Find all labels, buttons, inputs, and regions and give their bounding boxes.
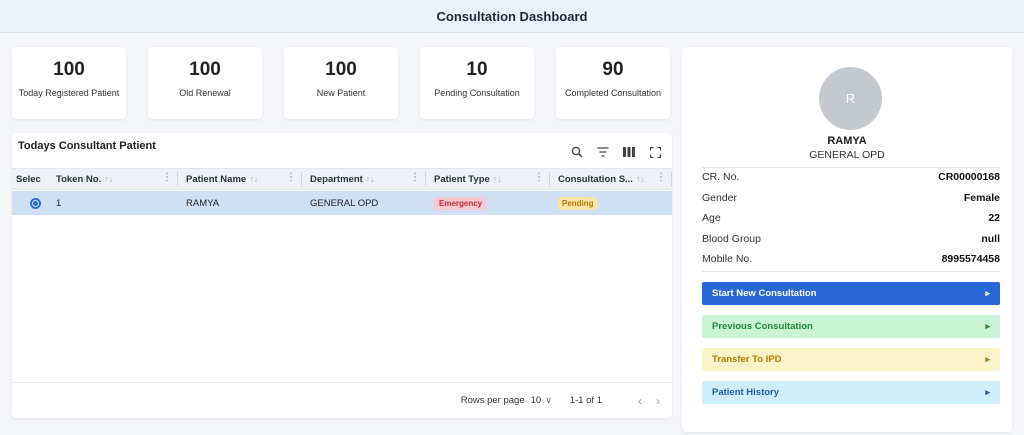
info-value: 8995574458 [941,253,1000,265]
stat-completed-consultation: 90 Completed Consultation [556,47,670,119]
sort-icon[interactable]: ↑↓ [366,174,375,184]
column-menu-icon[interactable]: ⋮ [534,172,544,183]
avatar: R [819,67,882,130]
status-badge: Pending [558,196,598,210]
previous-page-icon[interactable]: ‹ [638,394,642,408]
info-label: Blood Group [702,233,761,245]
column-header-consultation-status[interactable]: Consultation S... ↑↓ ⋮ [550,168,672,190]
select-cell[interactable] [12,197,52,209]
stat-value: 100 [325,59,357,80]
info-value: null [981,233,1000,245]
sort-icon[interactable]: ↑↓ [249,174,258,184]
stat-label: Old Renewal [179,88,231,98]
column-header-patient-name[interactable]: Patient Name ↑↓ ⋮ [178,168,302,190]
info-row-cr-no: CR. No. CR00000168 [702,171,1000,185]
column-header-department[interactable]: Department ↑↓ ⋮ [302,168,426,190]
emergency-badge: Emergency [434,196,488,210]
patient-table-card: Todays Consultant Patient Selec Token No… [12,133,672,418]
stat-label: Completed Consultation [564,88,662,98]
department-cell: GENERAL OPD [310,197,379,209]
info-row-gender: Gender Female [702,192,1000,206]
column-label: Patient Name [186,173,247,185]
info-value: 22 [988,212,1000,224]
search-icon[interactable] [570,145,584,159]
status-cell: Pending [550,196,672,210]
button-label: Start New Consultation [712,288,817,299]
button-label: Previous Consultation [712,321,813,332]
sort-icon[interactable]: ↑↓ [104,174,113,184]
chevron-right-icon: ▸ [985,354,990,364]
button-label: Patient History [712,387,780,398]
stat-value: 100 [53,59,85,80]
info-label: Age [702,212,721,224]
chevron-right-icon: ▸ [985,387,990,397]
sort-icon[interactable]: ↑↓ [636,174,645,184]
info-value: Female [963,192,1000,204]
patient-type-cell: Emergency [426,196,550,210]
info-row-mobile: Mobile No. 8995574458 [702,253,1000,267]
patient-detail-panel: R RAMYA GENERAL OPD CR. No. CR00000168 G… [682,47,1012,432]
start-new-consultation-button[interactable]: Start New Consultation ▸ [702,282,1000,305]
table-toolbar [570,145,662,159]
chevron-down-icon[interactable]: ∨ [545,395,552,406]
patient-name-cell: RAMYA [186,197,220,209]
patient-department: GENERAL OPD [809,149,885,161]
stat-value: 90 [602,59,624,80]
token-cell: 1 [56,197,62,209]
chevron-right-icon: ▸ [985,288,990,298]
page-title: Consultation Dashboard [436,8,588,24]
rows-per-page-label: Rows per page [460,395,525,406]
info-row-blood-group: Blood Group null [702,233,1000,247]
fullscreen-icon[interactable] [648,145,662,159]
stat-value: 10 [466,59,488,80]
stat-label: New Patient [316,88,366,98]
table-header: Selec Token No. ↑↓ ⋮ Patient Name ↑↓ ⋮ D… [12,168,672,190]
column-label: Consultation S... [558,173,633,185]
patient-name: RAMYA [827,135,867,147]
row-radio[interactable] [30,197,41,209]
info-label: Mobile No. [702,253,753,265]
chevron-right-icon: ▸ [985,321,990,331]
rows-per-page-select[interactable]: 10 [531,395,542,406]
column-menu-icon[interactable]: ⋮ [286,172,296,183]
column-label: Patient Type [434,173,490,185]
column-menu-icon[interactable]: ⋮ [162,172,172,183]
column-menu-icon[interactable]: ⋮ [410,172,420,183]
column-label: Token No. [56,173,102,185]
previous-consultation-button[interactable]: Previous Consultation ▸ [702,315,1000,338]
stat-label: Pending Consultation [434,88,520,98]
column-separator[interactable] [671,172,672,186]
column-menu-icon[interactable]: ⋮ [656,172,666,183]
next-page-icon[interactable]: › [656,394,660,408]
stat-value: 100 [189,59,221,80]
stat-label: Today Registered Patient [18,88,120,98]
column-header-patient-type[interactable]: Patient Type ↑↓ ⋮ [426,168,550,190]
stat-today-registered: 100 Today Registered Patient [12,47,126,119]
stat-pending-consultation: 10 Pending Consultation [420,47,534,119]
column-header-token[interactable]: Token No. ↑↓ ⋮ [52,168,178,190]
patient-history-button[interactable]: Patient History ▸ [702,381,1000,404]
stat-new-patient: 100 New Patient [284,47,398,119]
header-bar: Consultation Dashboard [0,0,1024,33]
sort-icon[interactable]: ↑↓ [493,174,502,184]
info-value: CR00000168 [938,171,1000,183]
info-label: CR. No. [702,171,740,183]
info-label: Gender [702,192,738,204]
column-label: Department [310,173,363,185]
columns-icon[interactable] [622,145,636,159]
button-label: Transfer To IPD [712,354,782,365]
column-header-select[interactable]: Selec [12,168,52,190]
page-range: 1-1 of 1 [569,395,602,406]
divider [702,271,1000,272]
table-row[interactable]: 1 RAMYA GENERAL OPD Emergency Pending [12,191,672,215]
column-label: Selec [16,173,41,185]
stats-row: 100 Today Registered Patient 100 Old Ren… [12,47,672,119]
stat-old-renewal: 100 Old Renewal [148,47,262,119]
filter-icon[interactable] [596,145,610,159]
table-title: Todays Consultant Patient [18,140,156,152]
table-pagination: Rows per page 10 ∨ 1-1 of 1 ‹ › [12,382,672,418]
info-row-age: Age 22 [702,212,1000,226]
transfer-to-ipd-button[interactable]: Transfer To IPD ▸ [702,348,1000,371]
divider [702,167,1000,168]
